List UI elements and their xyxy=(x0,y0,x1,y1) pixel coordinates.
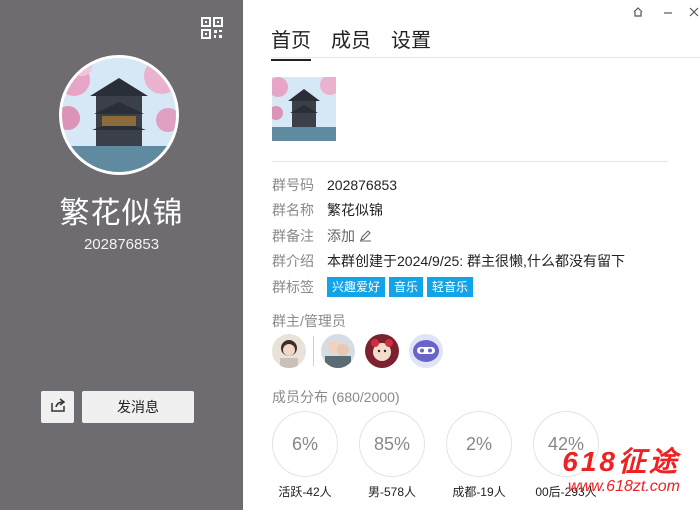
admin-list xyxy=(272,334,453,368)
stat-circle-active[interactable]: 6% xyxy=(272,411,338,477)
share-button[interactable] xyxy=(41,391,74,423)
stat-label: 成都-19人 xyxy=(452,485,506,499)
tab-home[interactable]: 首页 xyxy=(271,24,311,61)
qr-code-icon[interactable] xyxy=(200,16,224,40)
tag-list: 兴趣爱好 音乐 轻音乐 xyxy=(327,276,474,297)
member-count: (680/2000) xyxy=(331,389,400,405)
admin-avatar[interactable] xyxy=(409,334,443,368)
group-number: 202876853 xyxy=(83,236,160,253)
info-row-remark: 群备注 添加 xyxy=(272,223,625,249)
group-photo-thumbnail[interactable] xyxy=(272,77,336,141)
admins-title: 群主/管理员 xyxy=(272,313,346,329)
tab-bar: 首页 成员 设置 xyxy=(271,24,431,61)
distribution-title: 成员分布 (680/2000) xyxy=(272,387,400,407)
group-avatar[interactable] xyxy=(59,55,179,175)
watermark-url: www.618zt.com xyxy=(567,478,680,495)
info-label: 群标签 xyxy=(272,278,314,295)
info-label: 群号码 xyxy=(272,176,314,193)
stat-circle-gender[interactable]: 85% xyxy=(359,411,425,477)
stat-label: 活跃-42人 xyxy=(278,485,332,499)
tab-settings[interactable]: 设置 xyxy=(391,24,431,61)
edit-icon[interactable] xyxy=(359,229,372,242)
pin-icon[interactable] xyxy=(632,6,644,21)
info-label: 群介绍 xyxy=(272,253,314,270)
watermark: 618征途 www.618zt.com xyxy=(562,440,680,496)
group-detail-panel: 首页 成员 设置 群号码 202876853 群名称 繁花似锦 群备注 添加 群… xyxy=(243,0,700,510)
info-row-intro: 群介绍 本群创建于2024/9/25: 群主很懒,什么都没有留下 xyxy=(272,249,625,275)
stat-label: 男-578人 xyxy=(367,485,417,499)
group-intro-value: 本群创建于2024/9/25: 群主很懒,什么都没有留下 xyxy=(327,253,625,270)
info-row-name: 群名称 繁花似锦 xyxy=(272,198,625,224)
group-profile-panel: 繁花似锦 202876853 发消息 xyxy=(0,0,243,510)
distribution-label: 成员分布 xyxy=(272,389,328,405)
info-label: 群备注 xyxy=(272,227,314,244)
tag-item[interactable]: 音乐 xyxy=(389,276,424,297)
tag-item[interactable]: 兴趣爱好 xyxy=(327,276,386,297)
admin-avatar[interactable] xyxy=(272,334,306,368)
group-number-value[interactable]: 202876853 xyxy=(327,177,397,193)
section-divider xyxy=(272,161,668,162)
group-info: 群号码 202876853 群名称 繁花似锦 群备注 添加 群介绍 本群创建于2… xyxy=(272,172,625,300)
info-label: 群名称 xyxy=(272,202,314,219)
tab-divider xyxy=(271,57,700,58)
minimize-icon[interactable] xyxy=(662,4,674,19)
add-remark-link[interactable]: 添加 xyxy=(327,226,355,246)
watermark-title: 618征途 xyxy=(562,446,680,477)
tag-item[interactable]: 轻音乐 xyxy=(427,276,474,297)
send-message-button[interactable]: 发消息 xyxy=(82,391,194,423)
close-icon[interactable] xyxy=(689,6,699,21)
admin-avatar[interactable] xyxy=(321,334,355,368)
group-name-value: 繁花似锦 xyxy=(327,202,383,219)
info-row-tags: 群标签 兴趣爱好 音乐 轻音乐 xyxy=(272,274,625,300)
share-icon xyxy=(50,397,66,418)
tab-members[interactable]: 成员 xyxy=(331,24,371,61)
admin-avatar[interactable] xyxy=(365,334,399,368)
owner-admin-separator xyxy=(313,336,314,366)
stat-circle-city[interactable]: 2% xyxy=(446,411,512,477)
info-row-number: 群号码 202876853 xyxy=(272,172,625,198)
group-name: 繁花似锦 xyxy=(59,197,184,230)
